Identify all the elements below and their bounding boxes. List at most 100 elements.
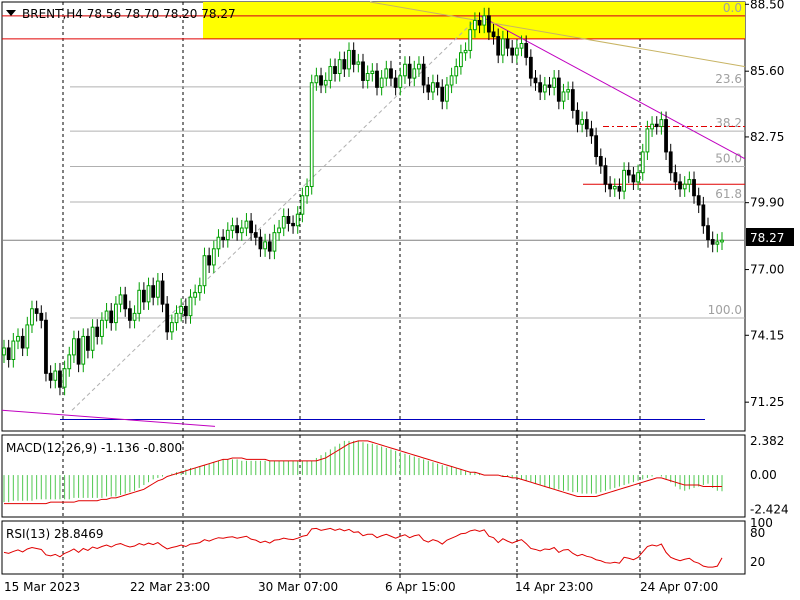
candle-body bbox=[650, 123, 654, 130]
candle-body bbox=[300, 195, 305, 215]
candle-body bbox=[165, 303, 170, 333]
candle-body bbox=[449, 75, 454, 86]
fib-level-label: 38.2 bbox=[715, 116, 742, 130]
candle-body bbox=[398, 75, 403, 88]
candle-body bbox=[90, 326, 95, 351]
candle-body bbox=[645, 128, 650, 153]
candle-body bbox=[528, 56, 533, 79]
candle-body bbox=[608, 183, 613, 190]
candle-body bbox=[463, 49, 468, 54]
candle-body bbox=[104, 310, 109, 321]
candle-body bbox=[179, 305, 184, 314]
candle-body bbox=[123, 294, 128, 310]
candle-body bbox=[305, 186, 309, 197]
candle-body bbox=[505, 38, 510, 49]
candle-body bbox=[160, 280, 165, 305]
candle-body bbox=[570, 89, 575, 111]
candle-body bbox=[314, 75, 319, 84]
candle-body bbox=[25, 324, 30, 349]
candle-body bbox=[342, 59, 347, 70]
fib-level-label: 100.0 bbox=[708, 303, 742, 317]
candle-body bbox=[547, 84, 552, 88]
candle-body bbox=[11, 340, 16, 361]
date-tick-label: 30 Mar 07:00 bbox=[258, 580, 338, 594]
candle-body bbox=[417, 63, 421, 70]
date-tick-label: 22 Mar 23:00 bbox=[130, 580, 210, 594]
candle-body bbox=[412, 68, 417, 79]
candle-body bbox=[538, 82, 543, 93]
candle-body bbox=[183, 305, 188, 317]
symbol-header: BRENT,H4 78.56 78.70 78.20 78.27 bbox=[6, 7, 236, 21]
candle-body bbox=[109, 310, 114, 324]
candle-body bbox=[141, 289, 146, 303]
candle-body bbox=[524, 43, 529, 58]
candle-body bbox=[654, 123, 659, 128]
candle-body bbox=[151, 285, 156, 298]
candle-body bbox=[403, 63, 407, 77]
candle-body bbox=[706, 225, 710, 241]
candle-body bbox=[249, 220, 254, 234]
candle-body bbox=[263, 241, 267, 250]
candle-body bbox=[598, 156, 603, 167]
candle-body bbox=[62, 368, 67, 388]
candle-body bbox=[127, 308, 132, 321]
candle-body bbox=[389, 68, 393, 79]
candle-body bbox=[445, 84, 449, 102]
main-pane bbox=[1, 1, 746, 432]
candle-body bbox=[188, 296, 193, 317]
candle-body bbox=[421, 63, 426, 86]
candle-body bbox=[384, 68, 389, 79]
candle-body bbox=[193, 292, 198, 298]
candle-body bbox=[542, 84, 547, 93]
candle-body bbox=[673, 172, 678, 183]
candle-body bbox=[687, 179, 692, 185]
candle-body bbox=[626, 169, 631, 176]
candle-body bbox=[407, 63, 412, 79]
candle-body bbox=[216, 236, 221, 250]
candle-body bbox=[584, 119, 589, 130]
candle-body bbox=[575, 109, 580, 125]
candle-body bbox=[197, 285, 202, 294]
candle-body bbox=[375, 70, 379, 88]
candle-body bbox=[146, 285, 151, 303]
candle-body bbox=[617, 186, 622, 192]
candle-body bbox=[319, 75, 323, 86]
candle-body bbox=[202, 255, 207, 287]
candle-body bbox=[72, 338, 76, 356]
candle-body bbox=[435, 82, 440, 88]
candle-body bbox=[309, 82, 314, 188]
candle-body bbox=[566, 89, 571, 93]
price-tick-label: 79.90 bbox=[750, 196, 784, 210]
candle-body bbox=[472, 19, 477, 31]
price-tick-label: 88.50 bbox=[750, 0, 784, 11]
candle-body bbox=[20, 335, 25, 349]
fib-level-label: 23.6 bbox=[715, 72, 742, 86]
candle-body bbox=[519, 43, 524, 49]
current-price-tag: 78.27 bbox=[746, 228, 794, 246]
candle-body bbox=[603, 165, 608, 185]
candle-body bbox=[561, 91, 566, 102]
candle-body bbox=[169, 322, 174, 333]
candle-body bbox=[379, 77, 384, 88]
candle-body bbox=[272, 232, 277, 252]
candle-body bbox=[440, 86, 445, 102]
candle-body bbox=[459, 52, 463, 68]
candle-body bbox=[225, 229, 230, 241]
candle-body bbox=[239, 227, 244, 234]
candle-body bbox=[365, 73, 370, 81]
candle-body bbox=[86, 335, 90, 351]
price-tick-label: 85.60 bbox=[750, 64, 784, 78]
fib-level-label: 50.0 bbox=[715, 151, 742, 165]
symbol-header-text: BRENT,H4 78.56 78.70 78.20 78.27 bbox=[22, 7, 236, 21]
candle-body bbox=[454, 66, 459, 77]
candle-body bbox=[253, 232, 258, 238]
candle-body bbox=[678, 181, 682, 190]
candle-body bbox=[552, 77, 557, 88]
candle-body bbox=[244, 220, 249, 229]
macd-tick-label: 0.00 bbox=[750, 468, 777, 482]
candle-body bbox=[2, 347, 6, 356]
rsi-label: RSI(13) 28.8469 bbox=[6, 527, 104, 541]
candle-body bbox=[664, 119, 668, 153]
candle-body bbox=[95, 326, 100, 337]
date-tick-label: 15 Mar 2023 bbox=[4, 580, 80, 594]
